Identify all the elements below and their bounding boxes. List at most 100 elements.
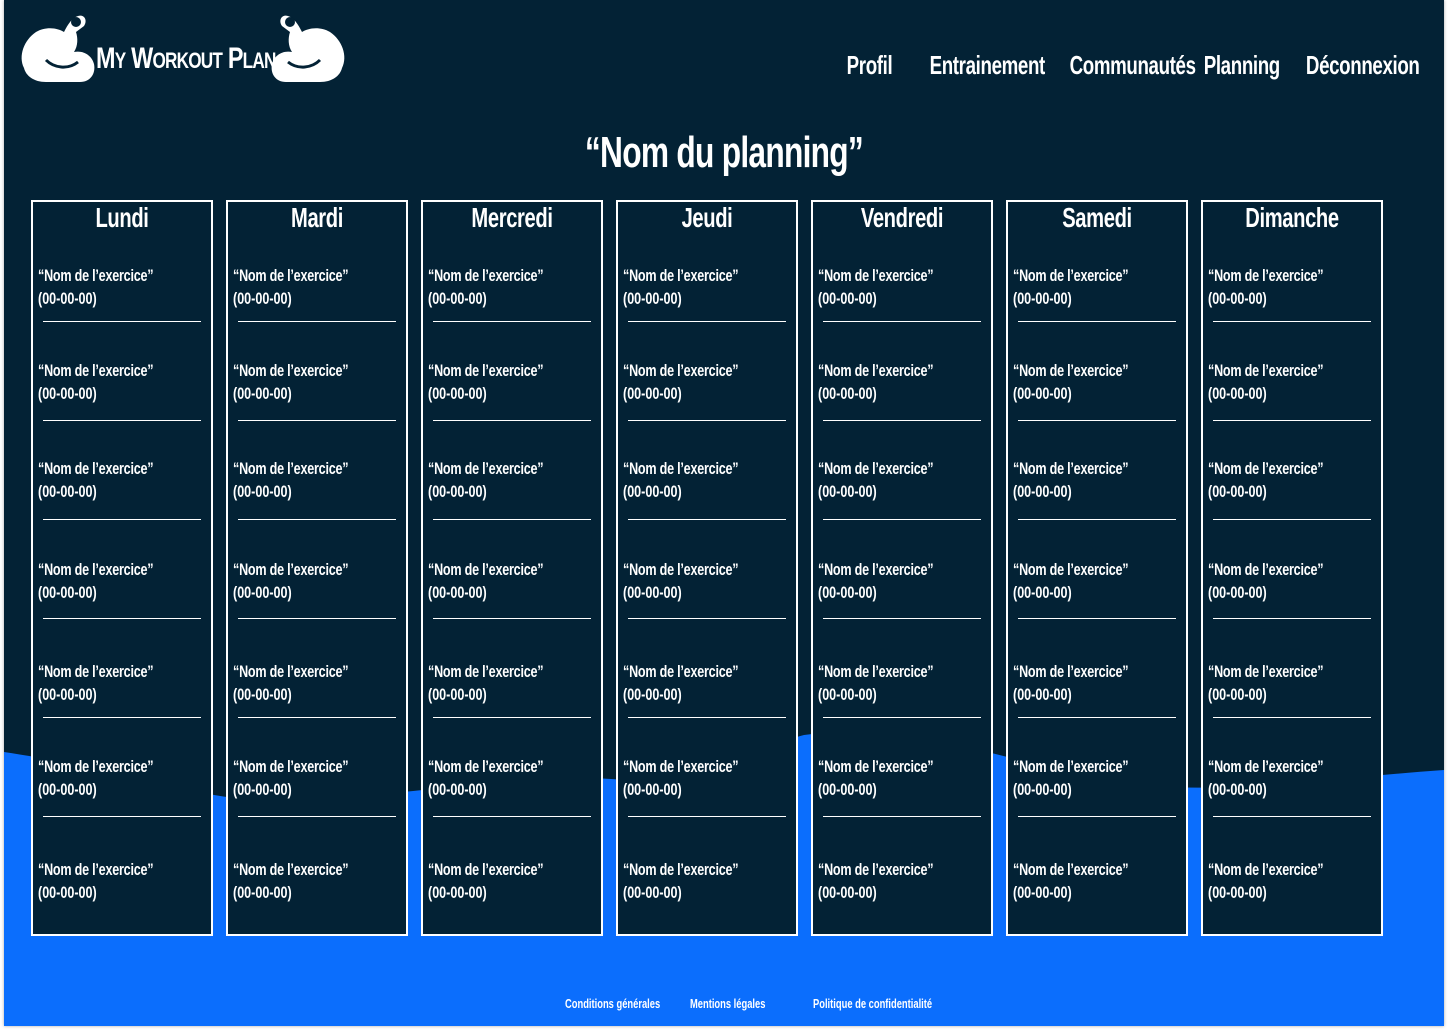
exercise-divider — [433, 519, 591, 520]
day-column: Dimanche “Nom de l’exercice” (00-00-00) “No… — [1201, 200, 1383, 936]
exercise-name: “Nom de l’exercice” — [1013, 459, 1129, 478]
exercise-duration: (00-00-00) — [1013, 883, 1072, 902]
nav-planning[interactable]: Planning — [1204, 50, 1281, 81]
exercise-item[interactable]: “Nom de l’exercice” (00-00-00) — [233, 459, 393, 502]
exercise-item[interactable]: “Nom de l’exercice” (00-00-00) — [233, 662, 393, 705]
exercise-name: “Nom de l’exercice” — [623, 757, 739, 776]
exercise-item[interactable]: “Nom de l’exercice” (00-00-00) — [1013, 757, 1173, 800]
exercise-item[interactable]: “Nom de l’exercice” (00-00-00) — [818, 361, 978, 404]
nav-entrainement[interactable]: Entrainement — [930, 50, 1046, 81]
exercise-item[interactable]: “Nom de l’exercice” (00-00-00) — [818, 560, 978, 603]
day-title: Jeudi — [681, 202, 733, 233]
exercise-divider — [1213, 717, 1371, 718]
exercise-name: “Nom de l’exercice” — [623, 266, 739, 285]
exercise-item[interactable]: “Nom de l’exercice” (00-00-00) — [1208, 266, 1368, 309]
exercise-item[interactable]: “Nom de l’exercice” (00-00-00) — [1208, 757, 1368, 800]
exercise-item[interactable]: “Nom de l’exercice” (00-00-00) — [38, 757, 198, 800]
exercise-item[interactable]: “Nom de l’exercice” (00-00-00) — [818, 860, 978, 903]
exercise-duration: (00-00-00) — [818, 780, 877, 799]
exercise-duration: (00-00-00) — [428, 482, 487, 501]
exercise-name: “Nom de l’exercice” — [233, 361, 349, 380]
exercise-item[interactable]: “Nom de l’exercice” (00-00-00) — [428, 459, 588, 502]
exercise-name: “Nom de l’exercice” — [38, 662, 154, 681]
exercise-item[interactable]: “Nom de l’exercice” (00-00-00) — [428, 757, 588, 800]
day-title: Vendredi — [860, 202, 944, 233]
exercise-duration: (00-00-00) — [1208, 384, 1267, 403]
exercise-item[interactable]: “Nom de l’exercice” (00-00-00) — [233, 266, 393, 309]
exercise-divider — [628, 816, 786, 817]
footer-mentions-link[interactable]: Mentions légales — [690, 996, 765, 1011]
exercise-duration: (00-00-00) — [818, 883, 877, 902]
exercise-duration: (00-00-00) — [623, 384, 682, 403]
logo[interactable]: MY WORKOUT PLAN — [18, 10, 348, 90]
exercise-item[interactable]: “Nom de l’exercice” (00-00-00) — [1208, 662, 1368, 705]
exercise-item[interactable]: “Nom de l’exercice” (00-00-00) — [1013, 361, 1173, 404]
exercise-item[interactable]: “Nom de l’exercice” (00-00-00) — [1208, 459, 1368, 502]
exercise-divider — [1213, 420, 1371, 421]
exercise-divider — [1213, 816, 1371, 817]
exercise-item[interactable]: “Nom de l’exercice” (00-00-00) — [428, 266, 588, 309]
exercise-item[interactable]: “Nom de l’exercice” (00-00-00) — [623, 560, 783, 603]
exercise-item[interactable]: “Nom de l’exercice” (00-00-00) — [1013, 662, 1173, 705]
exercise-duration: (00-00-00) — [1208, 780, 1267, 799]
exercise-item[interactable]: “Nom de l’exercice” (00-00-00) — [1013, 560, 1173, 603]
exercise-item[interactable]: “Nom de l’exercice” (00-00-00) — [818, 266, 978, 309]
exercise-item[interactable]: “Nom de l’exercice” (00-00-00) — [1013, 266, 1173, 309]
footer-conditions-link[interactable]: Conditions générales — [565, 996, 660, 1011]
page-title: “Nom du planning” — [584, 128, 864, 177]
exercise-item[interactable]: “Nom de l’exercice” (00-00-00) — [623, 459, 783, 502]
exercise-item[interactable]: “Nom de l’exercice” (00-00-00) — [623, 361, 783, 404]
exercise-item[interactable]: “Nom de l’exercice” (00-00-00) — [623, 757, 783, 800]
exercise-item[interactable]: “Nom de l’exercice” (00-00-00) — [623, 662, 783, 705]
exercise-name: “Nom de l’exercice” — [428, 560, 544, 579]
exercise-item[interactable]: “Nom de l’exercice” (00-00-00) — [233, 860, 393, 903]
exercise-item[interactable]: “Nom de l’exercice” (00-00-00) — [1208, 361, 1368, 404]
exercise-item[interactable]: “Nom de l’exercice” (00-00-00) — [818, 757, 978, 800]
exercise-item[interactable]: “Nom de l’exercice” (00-00-00) — [1013, 459, 1173, 502]
exercise-divider — [238, 618, 396, 619]
exercise-item[interactable]: “Nom de l’exercice” (00-00-00) — [38, 459, 198, 502]
exercise-item[interactable]: “Nom de l’exercice” (00-00-00) — [38, 266, 198, 309]
exercise-duration: (00-00-00) — [233, 384, 292, 403]
exercise-item[interactable]: “Nom de l’exercice” (00-00-00) — [623, 266, 783, 309]
exercise-item[interactable]: “Nom de l’exercice” (00-00-00) — [38, 662, 198, 705]
exercise-duration: (00-00-00) — [233, 685, 292, 704]
exercise-item[interactable]: “Nom de l’exercice” (00-00-00) — [1013, 860, 1173, 903]
exercise-item[interactable]: “Nom de l’exercice” (00-00-00) — [623, 860, 783, 903]
exercise-item[interactable]: “Nom de l’exercice” (00-00-00) — [38, 560, 198, 603]
footer-politique-link[interactable]: Politique de confidentialité — [813, 996, 932, 1011]
exercise-item[interactable]: “Nom de l’exercice” (00-00-00) — [233, 361, 393, 404]
exercise-name: “Nom de l’exercice” — [1208, 266, 1324, 285]
exercise-item[interactable]: “Nom de l’exercice” (00-00-00) — [1208, 560, 1368, 603]
nav-communautes[interactable]: Communautés — [1070, 50, 1196, 81]
exercise-divider — [1018, 519, 1176, 520]
exercise-item[interactable]: “Nom de l’exercice” (00-00-00) — [233, 560, 393, 603]
exercise-divider — [433, 816, 591, 817]
exercise-item[interactable]: “Nom de l’exercice” (00-00-00) — [38, 860, 198, 903]
nav-profil[interactable]: Profil — [847, 50, 893, 81]
exercise-duration: (00-00-00) — [1013, 482, 1072, 501]
nav-deconnexion[interactable]: Déconnexion — [1306, 50, 1420, 81]
exercise-item[interactable]: “Nom de l’exercice” (00-00-00) — [428, 662, 588, 705]
exercise-name: “Nom de l’exercice” — [428, 361, 544, 380]
exercise-duration: (00-00-00) — [623, 883, 682, 902]
exercise-name: “Nom de l’exercice” — [233, 560, 349, 579]
exercise-item[interactable]: “Nom de l’exercice” (00-00-00) — [428, 860, 588, 903]
exercise-duration: (00-00-00) — [233, 482, 292, 501]
exercise-name: “Nom de l’exercice” — [38, 459, 154, 478]
exercise-duration: (00-00-00) — [818, 685, 877, 704]
exercise-item[interactable]: “Nom de l’exercice” (00-00-00) — [233, 757, 393, 800]
exercise-name: “Nom de l’exercice” — [1013, 860, 1129, 879]
exercise-item[interactable]: “Nom de l’exercice” (00-00-00) — [428, 361, 588, 404]
exercise-duration: (00-00-00) — [1013, 780, 1072, 799]
exercise-duration: (00-00-00) — [38, 384, 97, 403]
exercise-duration: (00-00-00) — [428, 289, 487, 308]
day-title: Lundi — [95, 202, 149, 233]
exercise-item[interactable]: “Nom de l’exercice” (00-00-00) — [38, 361, 198, 404]
exercise-divider — [823, 420, 981, 421]
exercise-item[interactable]: “Nom de l’exercice” (00-00-00) — [428, 560, 588, 603]
exercise-item[interactable]: “Nom de l’exercice” (00-00-00) — [1208, 860, 1368, 903]
exercise-item[interactable]: “Nom de l’exercice” (00-00-00) — [818, 459, 978, 502]
exercise-name: “Nom de l’exercice” — [1013, 560, 1129, 579]
exercise-item[interactable]: “Nom de l’exercice” (00-00-00) — [818, 662, 978, 705]
